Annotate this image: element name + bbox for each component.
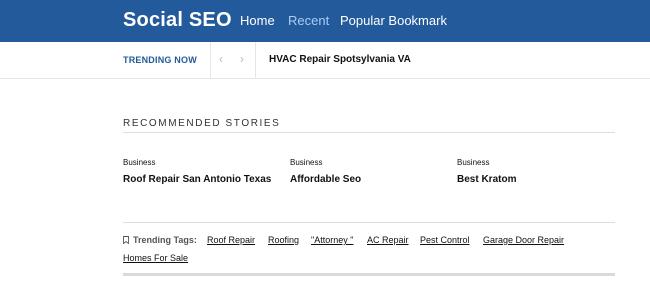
- bottom-divider: [123, 273, 615, 276]
- site-logo[interactable]: Social SEO: [123, 8, 232, 32]
- section-divider: [123, 132, 615, 133]
- story-category-link[interactable]: Business: [123, 158, 283, 168]
- nav-home[interactable]: Home: [240, 13, 275, 29]
- story-card: Business Roof Repair San Antonio Texas: [123, 158, 283, 186]
- story-title-link[interactable]: Best Kratom: [457, 174, 617, 186]
- header-bar: Social SEO Home Recent Popular Bookmark: [0, 0, 650, 42]
- trending-tags-text: Trending Tags:: [133, 235, 197, 245]
- tag-link[interactable]: Roof Repair: [207, 234, 255, 246]
- tag-link[interactable]: Roofing: [268, 234, 299, 246]
- story-title-link[interactable]: Affordable Seo: [290, 174, 450, 186]
- story-card: Business Best Kratom: [457, 158, 617, 186]
- divider: [210, 42, 211, 78]
- tag-link[interactable]: Homes For Sale: [123, 252, 188, 264]
- story-category-link[interactable]: Business: [457, 158, 617, 168]
- trending-label: TRENDING NOW: [123, 55, 197, 65]
- tag-link[interactable]: Pest Control: [420, 234, 470, 246]
- nav-popular-bookmark[interactable]: Popular Bookmark: [340, 13, 447, 29]
- bookmark-icon: [123, 236, 129, 244]
- trending-tags-label: Trending Tags:: [123, 234, 197, 246]
- tag-link[interactable]: Garage Door Repair: [483, 234, 564, 246]
- chevron-left-icon[interactable]: ‹: [219, 52, 223, 66]
- tags-divider: [123, 222, 615, 223]
- tag-link[interactable]: AC Repair: [367, 234, 409, 246]
- chevron-right-icon[interactable]: ›: [240, 52, 244, 66]
- story-card: Business Affordable Seo: [290, 158, 450, 186]
- nav-recent[interactable]: Recent: [288, 13, 329, 29]
- divider: [255, 42, 256, 78]
- story-category-link[interactable]: Business: [290, 158, 450, 168]
- trending-headline-link[interactable]: HVAC Repair Spotsylvania VA: [269, 53, 411, 67]
- recommended-stories-title: RECOMMENDED STORIES: [123, 118, 281, 129]
- trending-bar: TRENDING NOW ‹ › HVAC Repair Spotsylvani…: [0, 42, 650, 79]
- story-title-link[interactable]: Roof Repair San Antonio Texas: [123, 174, 283, 186]
- tag-link[interactable]: "Attorney ": [311, 234, 353, 246]
